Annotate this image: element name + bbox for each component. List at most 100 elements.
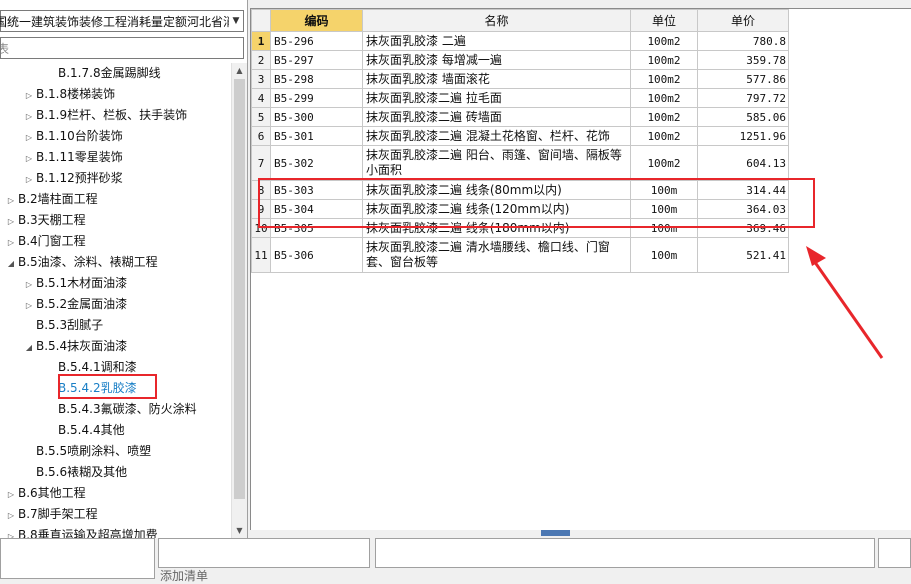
cell-unit[interactable]: 100m2 [630,69,698,89]
cell-name[interactable]: 抹灰面乳胶漆 每增减一遍 [362,50,631,70]
row-number[interactable]: 5 [251,107,271,127]
scroll-up-icon[interactable]: ▲ [232,63,247,78]
cell-code[interactable]: B5-300 [270,107,363,127]
cell-unit[interactable]: 100m2 [630,107,698,127]
tree-node[interactable]: B.5.5喷刷涂料、喷塑 [22,441,151,462]
tree-node[interactable]: ▷ B.4门窗工程 [4,231,86,252]
tree-node[interactable]: ▷ B.5.1木材面油漆 [22,273,127,294]
collapse-icon[interactable]: ◢ [4,253,18,274]
cell-code[interactable]: B5-302 [270,145,363,181]
row-number[interactable]: 1 [251,31,271,51]
cell-unit[interactable]: 100m2 [630,88,698,108]
cell-price[interactable]: 1251.96 [697,126,789,146]
expand-icon[interactable]: ▷ [4,484,18,505]
cell-unit[interactable]: 100m2 [630,145,698,181]
cell-name[interactable]: 抹灰面乳胶漆二遍 混凝土花格窗、栏杆、花饰 [362,126,631,146]
expand-icon[interactable]: ▷ [4,505,18,526]
tree-node[interactable]: ▷ B.1.11零星装饰 [22,147,123,168]
table-row[interactable]: 5 B5-300 抹灰面乳胶漆二遍 砖墙面 100m2 585.06 [251,107,789,127]
cell-price[interactable]: 604.13 [697,145,789,181]
table-row[interactable]: 7 B5-302 抹灰面乳胶漆二遍 阳台、雨篷、窗间墙、隔板等小面积 100m2 604… [251,145,789,181]
table-row[interactable]: 1 B5-296 抹灰面乳胶漆 二遍 100m2 780.8 [251,31,789,51]
expand-icon[interactable]: ▷ [22,85,36,106]
cell-price[interactable]: 521.41 [697,237,789,273]
cell-name[interactable]: 抹灰面乳胶漆二遍 砖墙面 [362,107,631,127]
cell-name[interactable]: 抹灰面乳胶漆 二遍 [362,31,631,51]
tree-node-label: B.2墙柱面工程 [18,192,98,206]
cell-unit[interactable]: 100m [630,237,698,273]
tree-node-label: B.5.1木材面油漆 [36,276,128,290]
column-header-unit[interactable]: 单位 [630,9,698,32]
row-number[interactable]: 2 [251,50,271,70]
tree-scrollbar[interactable]: ▲ ▼ [231,63,247,538]
column-header-code[interactable]: 编码 [270,9,363,32]
cell-price[interactable]: 780.8 [697,31,789,51]
cell-name[interactable]: 抹灰面乳胶漆二遍 阳台、雨篷、窗间墙、隔板等小面积 [362,145,631,181]
cell-code[interactable]: B5-299 [270,88,363,108]
table-row[interactable]: 2 B5-297 抹灰面乳胶漆 每增减一遍 100m2 359.78 [251,50,789,70]
row-number[interactable]: 4 [251,88,271,108]
expand-icon[interactable]: ▷ [4,190,18,211]
row-number[interactable]: 7 [251,145,271,181]
tree-node[interactable]: ▷ B.7脚手架工程 [4,504,98,525]
collapse-icon[interactable]: ◢ [22,337,36,358]
scroll-down-icon[interactable]: ▼ [232,523,247,538]
tree-node[interactable]: ▷ B.2墙柱面工程 [4,189,98,210]
scrollbar-thumb[interactable] [234,79,245,499]
cell-price[interactable]: 585.06 [697,107,789,127]
expand-icon[interactable]: ▷ [22,274,36,295]
tree-node[interactable]: ▷ B.1.9栏杆、栏板、扶手装饰 [22,105,187,126]
tree-node[interactable]: ▷ B.1.8楼梯装饰 [22,84,115,105]
add-list-label[interactable]: 添加清单 [160,567,208,584]
bottom-box-3 [878,538,911,568]
row-number[interactable]: 6 [251,126,271,146]
expand-icon[interactable]: ▷ [22,295,36,316]
cell-price[interactable]: 577.86 [697,69,789,89]
tree-node[interactable]: B.5.6裱糊及其他 [22,462,127,483]
cell-unit[interactable]: 100m2 [630,126,698,146]
tree-node[interactable]: ▷ B.6其他工程 [4,483,86,504]
row-number[interactable]: 3 [251,69,271,89]
cell-name[interactable]: 抹灰面乳胶漆 墙面滚花 [362,69,631,89]
tree-node[interactable]: B.5.4.4其他 [44,420,125,441]
cell-unit[interactable]: 100m2 [630,31,698,51]
chevron-down-icon[interactable]: ▼ [229,16,243,26]
tree-search-input[interactable]: 表 [0,37,244,59]
tree-node[interactable]: ◢ B.5油漆、涂料、裱糊工程 [4,252,158,273]
tree-node[interactable]: ◢ B.5.4抹灰面油漆 [22,336,127,357]
cell-name[interactable]: 抹灰面乳胶漆二遍 清水墙腰线、檐口线、门窗套、窗台板等 [362,237,631,273]
row-number[interactable]: 11 [251,237,271,273]
table-row[interactable]: 11 B5-306 抹灰面乳胶漆二遍 清水墙腰线、檐口线、门窗套、窗台板等 100m 5… [251,237,789,273]
column-header-name[interactable]: 名称 [362,9,631,32]
expand-icon[interactable]: ▷ [4,211,18,232]
expand-icon[interactable]: ▷ [22,169,36,190]
expand-icon[interactable]: ▷ [4,232,18,253]
cell-unit[interactable]: 100m2 [630,50,698,70]
expand-icon[interactable]: ▷ [22,127,36,148]
tree-node[interactable]: ▷ B.5.2金属面油漆 [22,294,127,315]
expand-icon[interactable]: ▷ [22,148,36,169]
column-header-price[interactable]: 单价 [697,9,789,32]
table-row[interactable]: 3 B5-298 抹灰面乳胶漆 墙面滚花 100m2 577.86 [251,69,789,89]
table-row[interactable]: 4 B5-299 抹灰面乳胶漆二遍 拉毛面 100m2 797.72 [251,88,789,108]
splitter-handle[interactable] [541,530,570,536]
expand-icon[interactable]: ▷ [4,526,18,538]
quota-library-select[interactable]: 国统一建筑装饰装修工程消耗量定额河北省消 ▼ [0,10,244,32]
tree-node[interactable]: B.1.7.8金属踢脚线 [44,63,161,84]
cell-price[interactable]: 359.78 [697,50,789,70]
tree-node[interactable]: ▷ B.3天棚工程 [4,210,86,231]
tree-node[interactable]: B.5.4.3氟碳漆、防火涂料 [44,399,197,420]
cell-price[interactable]: 797.72 [697,88,789,108]
cell-code[interactable]: B5-297 [270,50,363,70]
tree-node[interactable]: ▷ B.1.12预拌砂浆 [22,168,123,189]
tree-node[interactable]: ▷ B.1.10台阶装饰 [22,126,123,147]
tree-node[interactable]: ▷ B.8垂直运输及超高增加费 [4,525,158,538]
cell-code[interactable]: B5-296 [270,31,363,51]
cell-name[interactable]: 抹灰面乳胶漆二遍 拉毛面 [362,88,631,108]
cell-code[interactable]: B5-306 [270,237,363,273]
tree-node[interactable]: B.5.3刮腻子 [22,315,103,336]
cell-code[interactable]: B5-301 [270,126,363,146]
expand-icon[interactable]: ▷ [22,106,36,127]
cell-code[interactable]: B5-298 [270,69,363,89]
table-row[interactable]: 6 B5-301 抹灰面乳胶漆二遍 混凝土花格窗、栏杆、花饰 100m2 1251.96 [251,126,789,146]
